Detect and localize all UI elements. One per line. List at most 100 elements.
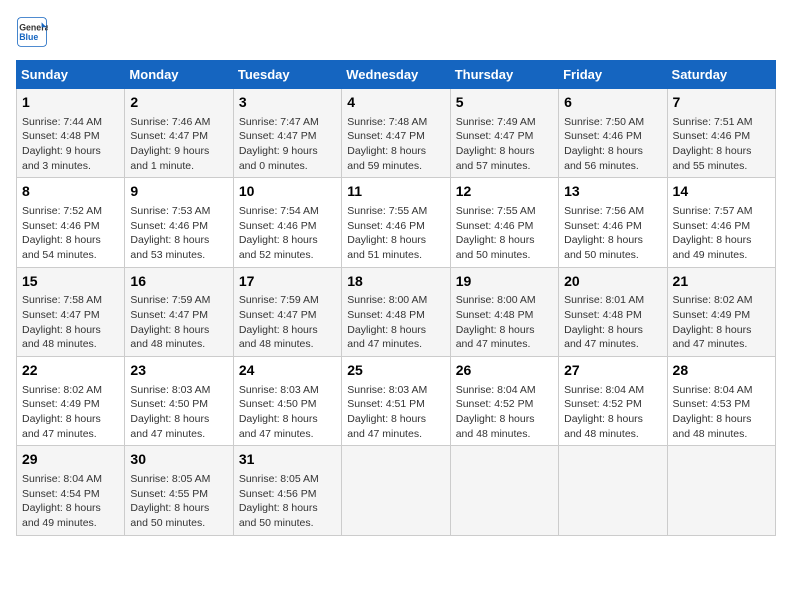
day-number: 14: [673, 182, 770, 202]
day-info: Sunrise: 7:48 AM Sunset: 4:47 PM Dayligh…: [347, 115, 444, 174]
day-number: 20: [564, 272, 661, 292]
calendar-cell: 18Sunrise: 8:00 AM Sunset: 4:48 PM Dayli…: [342, 267, 450, 356]
calendar-cell: 19Sunrise: 8:00 AM Sunset: 4:48 PM Dayli…: [450, 267, 558, 356]
calendar-cell: 11Sunrise: 7:55 AM Sunset: 4:46 PM Dayli…: [342, 178, 450, 267]
day-number: 11: [347, 182, 444, 202]
day-number: 30: [130, 450, 227, 470]
day-number: 15: [22, 272, 119, 292]
calendar-cell: 4Sunrise: 7:48 AM Sunset: 4:47 PM Daylig…: [342, 89, 450, 178]
day-info: Sunrise: 8:03 AM Sunset: 4:50 PM Dayligh…: [130, 383, 227, 442]
day-info: Sunrise: 8:02 AM Sunset: 4:49 PM Dayligh…: [673, 293, 770, 352]
calendar-cell: 30Sunrise: 8:05 AM Sunset: 4:55 PM Dayli…: [125, 446, 233, 535]
day-number: 23: [130, 361, 227, 381]
svg-text:Blue: Blue: [19, 32, 38, 42]
calendar-body: 1Sunrise: 7:44 AM Sunset: 4:48 PM Daylig…: [17, 89, 776, 536]
day-number: 1: [22, 93, 119, 113]
calendar-table: SundayMondayTuesdayWednesdayThursdayFrid…: [16, 60, 776, 536]
column-header-thursday: Thursday: [450, 61, 558, 89]
calendar-cell: [667, 446, 775, 535]
calendar-cell: 5Sunrise: 7:49 AM Sunset: 4:47 PM Daylig…: [450, 89, 558, 178]
day-info: Sunrise: 7:50 AM Sunset: 4:46 PM Dayligh…: [564, 115, 661, 174]
calendar-cell: 6Sunrise: 7:50 AM Sunset: 4:46 PM Daylig…: [559, 89, 667, 178]
calendar-cell: 24Sunrise: 8:03 AM Sunset: 4:50 PM Dayli…: [233, 357, 341, 446]
day-number: 2: [130, 93, 227, 113]
day-number: 18: [347, 272, 444, 292]
column-header-monday: Monday: [125, 61, 233, 89]
calendar-cell: 20Sunrise: 8:01 AM Sunset: 4:48 PM Dayli…: [559, 267, 667, 356]
day-info: Sunrise: 8:01 AM Sunset: 4:48 PM Dayligh…: [564, 293, 661, 352]
day-number: 9: [130, 182, 227, 202]
calendar-week-2: 8Sunrise: 7:52 AM Sunset: 4:46 PM Daylig…: [17, 178, 776, 267]
day-number: 25: [347, 361, 444, 381]
day-number: 7: [673, 93, 770, 113]
day-number: 5: [456, 93, 553, 113]
calendar-cell: [342, 446, 450, 535]
day-info: Sunrise: 8:05 AM Sunset: 4:56 PM Dayligh…: [239, 472, 336, 531]
day-number: 4: [347, 93, 444, 113]
calendar-cell: 9Sunrise: 7:53 AM Sunset: 4:46 PM Daylig…: [125, 178, 233, 267]
svg-text:General: General: [19, 22, 48, 32]
calendar-week-3: 15Sunrise: 7:58 AM Sunset: 4:47 PM Dayli…: [17, 267, 776, 356]
day-number: 24: [239, 361, 336, 381]
day-number: 13: [564, 182, 661, 202]
day-number: 19: [456, 272, 553, 292]
calendar-week-4: 22Sunrise: 8:02 AM Sunset: 4:49 PM Dayli…: [17, 357, 776, 446]
day-info: Sunrise: 7:51 AM Sunset: 4:46 PM Dayligh…: [673, 115, 770, 174]
calendar-cell: 22Sunrise: 8:02 AM Sunset: 4:49 PM Dayli…: [17, 357, 125, 446]
logo-icon: General Blue: [16, 16, 48, 48]
logo: General Blue: [16, 16, 52, 48]
day-number: 26: [456, 361, 553, 381]
calendar-cell: 15Sunrise: 7:58 AM Sunset: 4:47 PM Dayli…: [17, 267, 125, 356]
calendar-cell: 7Sunrise: 7:51 AM Sunset: 4:46 PM Daylig…: [667, 89, 775, 178]
calendar-cell: 31Sunrise: 8:05 AM Sunset: 4:56 PM Dayli…: [233, 446, 341, 535]
day-number: 29: [22, 450, 119, 470]
calendar-cell: 12Sunrise: 7:55 AM Sunset: 4:46 PM Dayli…: [450, 178, 558, 267]
day-info: Sunrise: 8:03 AM Sunset: 4:51 PM Dayligh…: [347, 383, 444, 442]
day-info: Sunrise: 8:05 AM Sunset: 4:55 PM Dayligh…: [130, 472, 227, 531]
day-number: 16: [130, 272, 227, 292]
day-info: Sunrise: 8:04 AM Sunset: 4:52 PM Dayligh…: [456, 383, 553, 442]
day-number: 17: [239, 272, 336, 292]
day-info: Sunrise: 7:53 AM Sunset: 4:46 PM Dayligh…: [130, 204, 227, 263]
day-number: 28: [673, 361, 770, 381]
day-info: Sunrise: 7:57 AM Sunset: 4:46 PM Dayligh…: [673, 204, 770, 263]
calendar-cell: 1Sunrise: 7:44 AM Sunset: 4:48 PM Daylig…: [17, 89, 125, 178]
day-number: 10: [239, 182, 336, 202]
day-info: Sunrise: 7:54 AM Sunset: 4:46 PM Dayligh…: [239, 204, 336, 263]
calendar-cell: 13Sunrise: 7:56 AM Sunset: 4:46 PM Dayli…: [559, 178, 667, 267]
column-header-wednesday: Wednesday: [342, 61, 450, 89]
calendar-cell: 8Sunrise: 7:52 AM Sunset: 4:46 PM Daylig…: [17, 178, 125, 267]
day-number: 8: [22, 182, 119, 202]
day-info: Sunrise: 7:56 AM Sunset: 4:46 PM Dayligh…: [564, 204, 661, 263]
day-number: 31: [239, 450, 336, 470]
day-number: 21: [673, 272, 770, 292]
day-info: Sunrise: 8:02 AM Sunset: 4:49 PM Dayligh…: [22, 383, 119, 442]
day-info: Sunrise: 8:04 AM Sunset: 4:52 PM Dayligh…: [564, 383, 661, 442]
calendar-cell: 27Sunrise: 8:04 AM Sunset: 4:52 PM Dayli…: [559, 357, 667, 446]
calendar-header: SundayMondayTuesdayWednesdayThursdayFrid…: [17, 61, 776, 89]
day-info: Sunrise: 8:00 AM Sunset: 4:48 PM Dayligh…: [456, 293, 553, 352]
column-header-tuesday: Tuesday: [233, 61, 341, 89]
day-info: Sunrise: 7:49 AM Sunset: 4:47 PM Dayligh…: [456, 115, 553, 174]
day-info: Sunrise: 8:03 AM Sunset: 4:50 PM Dayligh…: [239, 383, 336, 442]
day-info: Sunrise: 8:04 AM Sunset: 4:53 PM Dayligh…: [673, 383, 770, 442]
day-info: Sunrise: 8:00 AM Sunset: 4:48 PM Dayligh…: [347, 293, 444, 352]
calendar-cell: 28Sunrise: 8:04 AM Sunset: 4:53 PM Dayli…: [667, 357, 775, 446]
column-header-friday: Friday: [559, 61, 667, 89]
calendar-cell: 25Sunrise: 8:03 AM Sunset: 4:51 PM Dayli…: [342, 357, 450, 446]
calendar-cell: 14Sunrise: 7:57 AM Sunset: 4:46 PM Dayli…: [667, 178, 775, 267]
day-number: 27: [564, 361, 661, 381]
day-info: Sunrise: 8:04 AM Sunset: 4:54 PM Dayligh…: [22, 472, 119, 531]
page-header: General Blue: [16, 16, 776, 48]
day-info: Sunrise: 7:44 AM Sunset: 4:48 PM Dayligh…: [22, 115, 119, 174]
day-info: Sunrise: 7:52 AM Sunset: 4:46 PM Dayligh…: [22, 204, 119, 263]
calendar-cell: 26Sunrise: 8:04 AM Sunset: 4:52 PM Dayli…: [450, 357, 558, 446]
day-number: 22: [22, 361, 119, 381]
calendar-cell: [450, 446, 558, 535]
calendar-header-row: SundayMondayTuesdayWednesdayThursdayFrid…: [17, 61, 776, 89]
calendar-cell: 23Sunrise: 8:03 AM Sunset: 4:50 PM Dayli…: [125, 357, 233, 446]
day-info: Sunrise: 7:58 AM Sunset: 4:47 PM Dayligh…: [22, 293, 119, 352]
calendar-cell: 21Sunrise: 8:02 AM Sunset: 4:49 PM Dayli…: [667, 267, 775, 356]
day-number: 6: [564, 93, 661, 113]
day-info: Sunrise: 7:55 AM Sunset: 4:46 PM Dayligh…: [456, 204, 553, 263]
